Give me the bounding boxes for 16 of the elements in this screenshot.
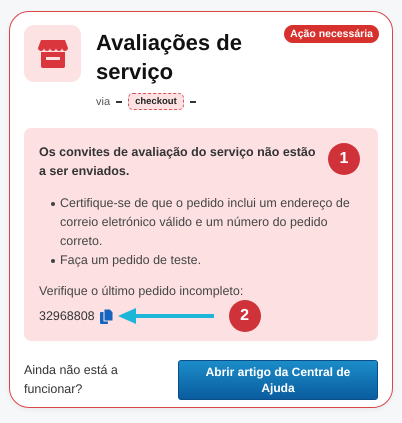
help-question: Ainda não está a funcionar? — [24, 362, 119, 398]
alert-heading: Os convites de avaliação do serviço não estão a ser enviados. — [39, 144, 317, 180]
help-article-button[interactable]: Abrir artigo da Central de Ajuda — [178, 360, 378, 400]
copy-icon[interactable] — [100, 308, 113, 324]
bullet-text: Certifique-se de que o pedido inclui um endereço de correio eletrónico válido e um número do pedido correto. — [60, 195, 351, 250]
step-number: 1 — [328, 143, 360, 175]
via-label: via — [96, 96, 110, 108]
card-title: Avaliações de serviço — [96, 29, 243, 86]
checkout-tag: checkout — [128, 93, 184, 110]
order-number: 32968808 — [39, 309, 95, 323]
store-icon — [24, 25, 81, 82]
bullet-text: Faça um pedido de teste. — [60, 252, 202, 269]
arrow-icon — [118, 308, 214, 324]
status-badge: Ação necessária — [284, 25, 379, 43]
step-number: 2 — [228, 300, 261, 332]
check-label: Verifique o último pedido incompleto: — [39, 283, 244, 300]
